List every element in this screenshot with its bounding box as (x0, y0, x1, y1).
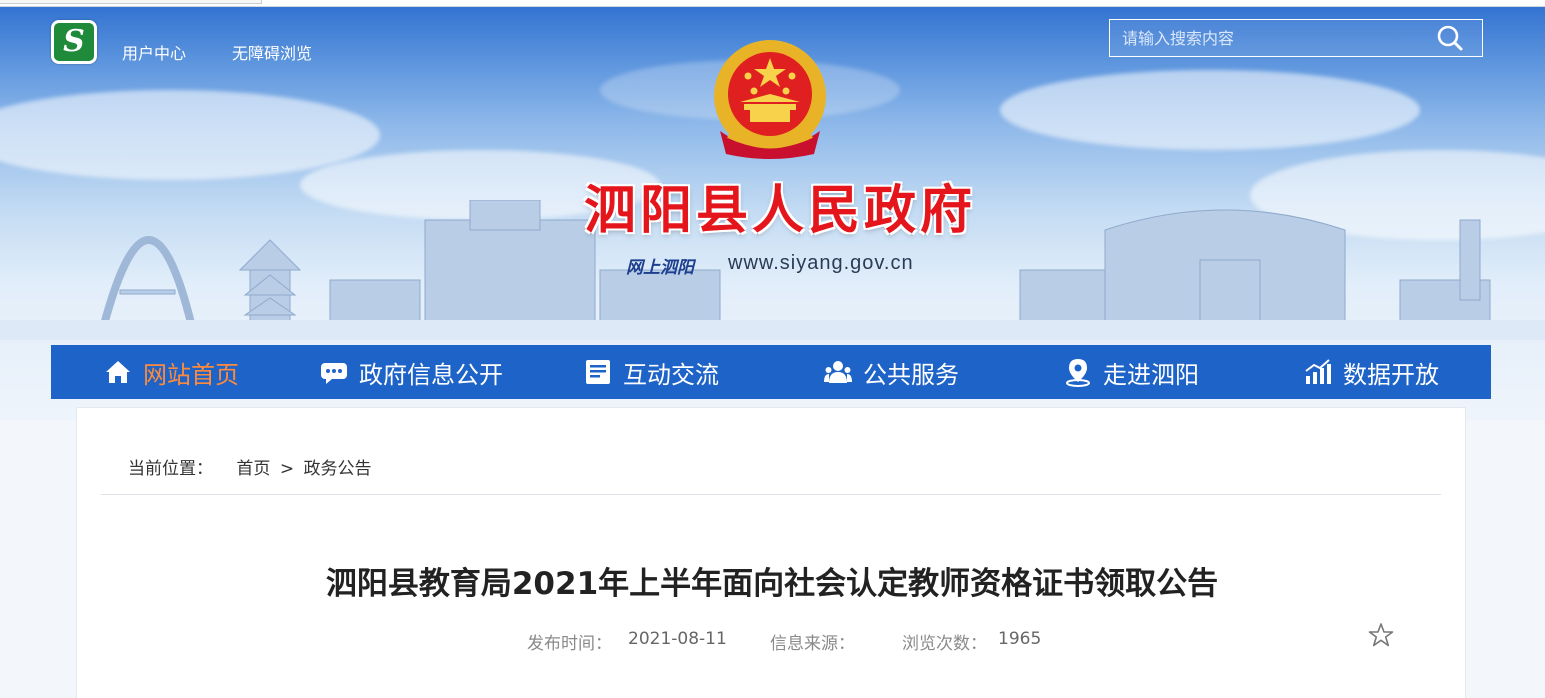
content-card: 当前位置： 首页 > 政务公告 泗阳县教育局2021年上半年面向社会认定教师资格… (76, 407, 1466, 698)
search-icon[interactable] (1436, 24, 1464, 52)
article-title: 泗阳县教育局2021年上半年面向社会认定教师资格证书领取公告 (325, 566, 1219, 602)
views-label: 浏览次数： (902, 634, 987, 654)
nav-item-home[interactable]: 网站首页 (51, 345, 291, 399)
site-url-text: www.siyang.gov.cn (728, 252, 914, 274)
site-logo[interactable]: S (51, 20, 97, 64)
favorite-star-icon[interactable] (1368, 622, 1394, 648)
accessibility-link[interactable]: 无障碍浏览 (232, 40, 312, 64)
nav-item-open-data[interactable]: 数据开放 (1251, 345, 1491, 399)
browser-top-edge (0, 0, 1545, 7)
nav-item-label: 互动交流 (623, 360, 719, 389)
people-icon (824, 361, 852, 383)
source-label: 信息来源： (770, 634, 855, 654)
nav-item-label: 数据开放 (1343, 360, 1439, 389)
chat-icon (321, 363, 347, 384)
breadcrumb: 当前位置： 首页 > 政务公告 (128, 454, 375, 479)
main-nav: 网站首页 政府信息公开 互动交流 公共服务 走进泗阳 数据开放 (51, 345, 1491, 399)
breadcrumb-prefix: 当前位置： (128, 459, 213, 479)
breadcrumb-home-link[interactable]: 首页 (236, 459, 270, 479)
user-center-link[interactable]: 用户中心 (122, 40, 186, 64)
nav-item-label: 走进泗阳 (1103, 360, 1199, 389)
site-title: 泗阳县人民政府 (583, 180, 976, 241)
views-count: 1965 (998, 629, 1042, 649)
publish-date-label: 发布时间： (527, 634, 612, 654)
nav-item-interaction[interactable]: 互动交流 (531, 345, 771, 399)
breadcrumb-separator: > (279, 459, 295, 479)
site-subtitle-script: 网上泗阳 (626, 258, 694, 278)
home-icon (106, 361, 130, 383)
national-emblem (714, 40, 826, 159)
nav-item-label: 政府信息公开 (359, 360, 503, 389)
nav-item-about-siyang[interactable]: 走进泗阳 (1011, 345, 1251, 399)
bar-chart-icon (1305, 359, 1331, 384)
search-input[interactable] (1110, 20, 1430, 56)
document-icon (586, 360, 610, 384)
breadcrumb-divider (101, 494, 1441, 495)
nav-item-label: 网站首页 (143, 360, 239, 389)
nav-item-label: 公共服务 (863, 360, 959, 389)
search-box (1109, 19, 1483, 57)
breadcrumb-current-link[interactable]: 政务公告 (303, 459, 371, 479)
location-icon (1066, 359, 1090, 387)
publish-date-value: 2021-08-11 (628, 629, 727, 649)
nav-item-gov-info[interactable]: 政府信息公开 (291, 345, 531, 399)
nav-item-public-service[interactable]: 公共服务 (771, 345, 1011, 399)
